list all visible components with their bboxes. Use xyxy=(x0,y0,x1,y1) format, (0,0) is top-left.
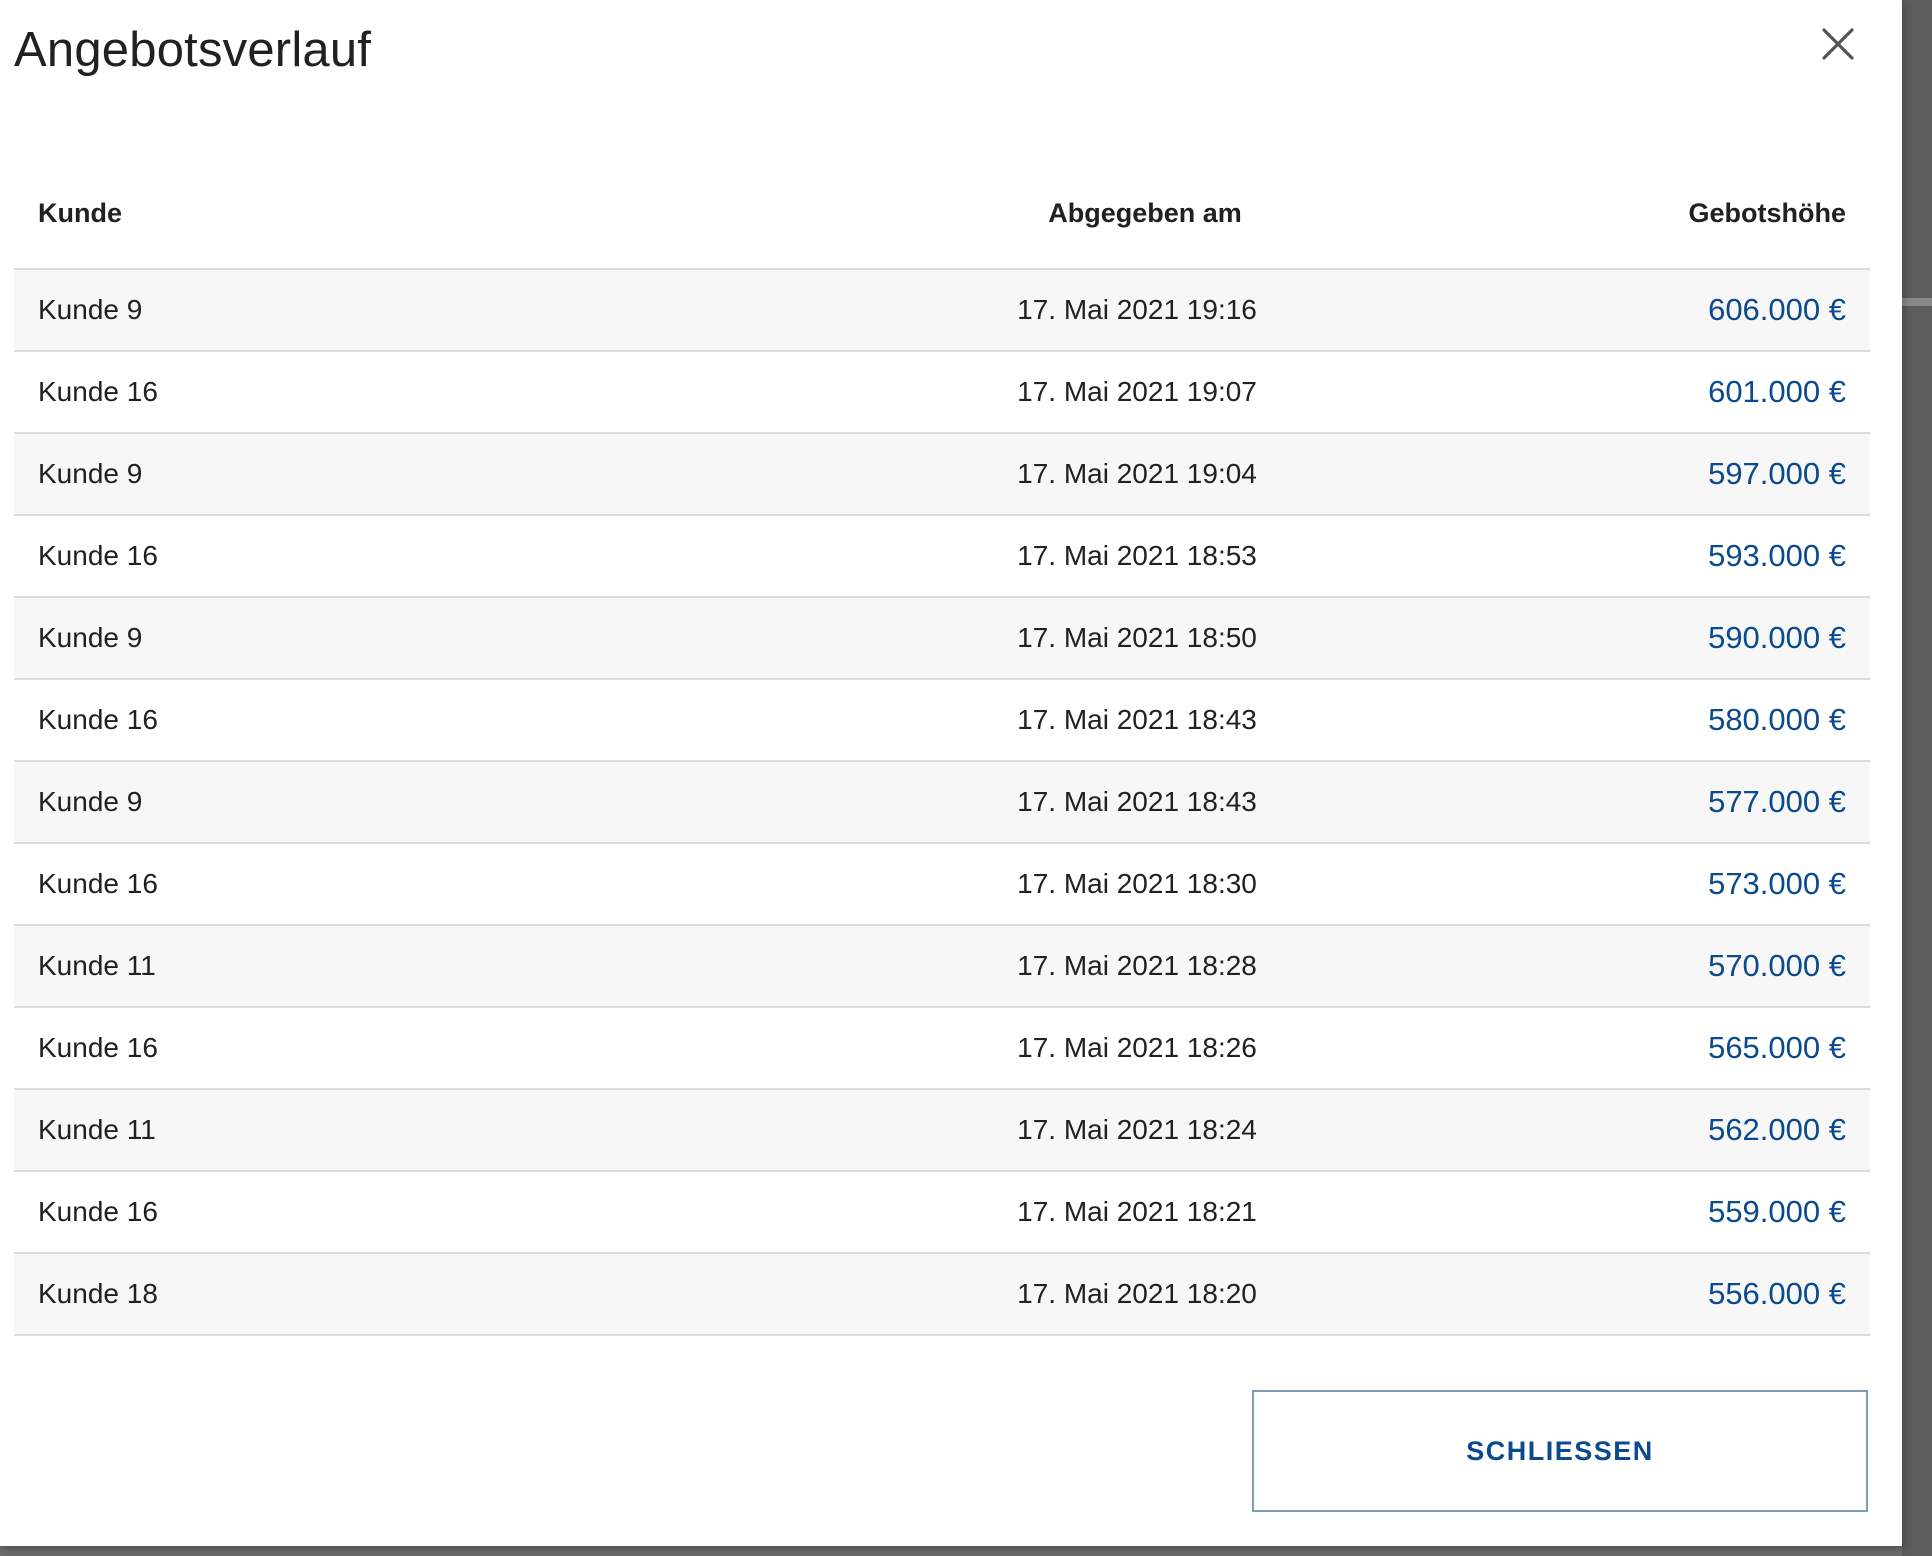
cell-amount: 597.000 € xyxy=(1708,456,1846,491)
cell-amount: 590.000 € xyxy=(1708,620,1846,655)
cell-date: 17. Mai 2021 18:43 xyxy=(1017,704,1257,735)
cell-amount: 562.000 € xyxy=(1708,1112,1846,1147)
close-icon xyxy=(1822,28,1854,60)
table-row: Kunde 16 17. Mai 2021 18:43 580.000 € xyxy=(14,680,1870,762)
cell-date: 17. Mai 2021 18:24 xyxy=(1017,1114,1257,1145)
cell-amount: 601.000 € xyxy=(1708,374,1846,409)
table-row: Kunde 16 17. Mai 2021 18:26 565.000 € xyxy=(14,1008,1870,1090)
table-row: Kunde 16 17. Mai 2021 19:07 601.000 € xyxy=(14,352,1870,434)
cell-date: 17. Mai 2021 18:26 xyxy=(1017,1032,1257,1063)
cell-amount: 556.000 € xyxy=(1708,1276,1846,1311)
cell-amount: 565.000 € xyxy=(1708,1030,1846,1065)
cell-date: 17. Mai 2021 18:50 xyxy=(1017,622,1257,653)
table-row: Kunde 9 17. Mai 2021 19:16 606.000 € xyxy=(14,270,1870,352)
cell-amount: 577.000 € xyxy=(1708,784,1846,819)
table-row: Kunde 11 17. Mai 2021 18:24 562.000 € xyxy=(14,1090,1870,1172)
table-header: Kunde Abgegeben am Gebotshöhe xyxy=(14,170,1870,270)
cell-date: 17. Mai 2021 19:04 xyxy=(1017,458,1257,489)
cell-amount: 580.000 € xyxy=(1708,702,1846,737)
cell-date: 17. Mai 2021 18:21 xyxy=(1017,1196,1257,1227)
table-row: Kunde 18 17. Mai 2021 18:20 556.000 € xyxy=(14,1254,1870,1336)
table-row: Kunde 9 17. Mai 2021 18:50 590.000 € xyxy=(14,598,1870,680)
cell-date: 17. Mai 2021 18:30 xyxy=(1017,868,1257,899)
bid-history-dialog: Angebotsverlauf Kunde Abgegeben am Gebot… xyxy=(0,0,1902,1546)
table-row: Kunde 9 17. Mai 2021 19:04 597.000 € xyxy=(14,434,1870,516)
cell-date: 17. Mai 2021 18:28 xyxy=(1017,950,1257,981)
table-row: Kunde 9 17. Mai 2021 18:43 577.000 € xyxy=(14,762,1870,844)
close-button[interactable] xyxy=(1814,20,1862,68)
cell-amount: 570.000 € xyxy=(1708,948,1846,983)
bid-history-table: Kunde Abgegeben am Gebotshöhe Kunde 9 17.… xyxy=(14,170,1870,1336)
table-row: Kunde 16 17. Mai 2021 18:53 593.000 € xyxy=(14,516,1870,598)
column-header-date: Abgegeben am xyxy=(1048,198,1242,228)
table-body: Kunde 9 17. Mai 2021 19:16 606.000 € Kunde … xyxy=(14,270,1870,1336)
cell-amount: 573.000 € xyxy=(1708,866,1846,901)
cell-date: 17. Mai 2021 18:43 xyxy=(1017,786,1257,817)
cell-date: 17. Mai 2021 19:16 xyxy=(1017,294,1257,325)
cell-date: 17. Mai 2021 18:20 xyxy=(1017,1278,1257,1309)
schliessen-button[interactable]: SCHLIESSEN xyxy=(1252,1390,1868,1512)
table-row: Kunde 16 17. Mai 2021 18:21 559.000 € xyxy=(14,1172,1870,1254)
cell-amount: 559.000 € xyxy=(1708,1194,1846,1229)
cell-date: 17. Mai 2021 19:07 xyxy=(1017,376,1257,407)
cell-amount: 593.000 € xyxy=(1708,538,1846,573)
column-header-amount: Gebotshöhe xyxy=(1688,198,1846,228)
cell-amount: 606.000 € xyxy=(1708,292,1846,327)
dialog-title: Angebotsverlauf xyxy=(14,23,372,77)
cell-date: 17. Mai 2021 18:53 xyxy=(1017,540,1257,571)
table-row: Kunde 11 17. Mai 2021 18:28 570.000 € xyxy=(14,926,1870,1008)
table-row: Kunde 16 17. Mai 2021 18:30 573.000 € xyxy=(14,844,1870,926)
